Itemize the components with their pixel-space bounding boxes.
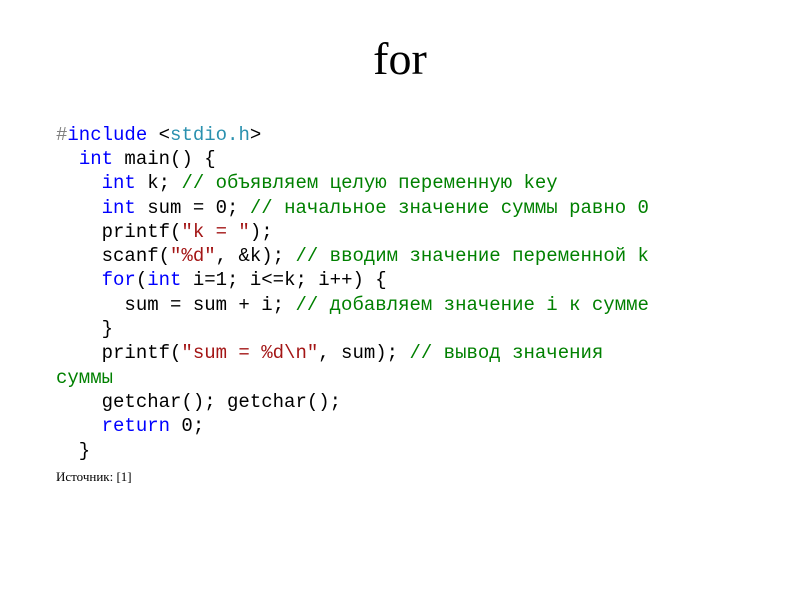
kw-include: include [67,124,147,146]
hdr-close: > [250,124,261,146]
comment-scan: // вводим значение переменной k [295,245,648,267]
kw-int-2: int [102,172,136,194]
comment-out-2: суммы [56,367,113,389]
comment-init: // начальное значение суммы равно 0 [250,197,649,219]
str-k: "k = " [181,221,249,243]
hash: # [56,124,67,146]
kw-int-3: int [102,197,136,219]
kw-return: return [102,415,170,437]
getchar-line: getchar(); getchar(); [56,391,341,413]
hdr-name: stdio.h [170,124,250,146]
scanf-open: scanf( [56,245,170,267]
printf1-open: printf( [56,221,181,243]
printf2-open: printf( [56,342,181,364]
brace-close-1: } [56,318,113,340]
hdr-open: < [147,124,170,146]
kw-int-4: int [147,269,181,291]
comment-sum: // добавляем значение i к сумме [295,294,648,316]
sum-decl: sum = 0; [136,197,250,219]
str-d: "%d" [170,245,216,267]
scanf-close: , &k); [216,245,296,267]
slide-title: for [56,34,744,85]
code-block: #include <stdio.h> int main() { int k; /… [56,123,744,463]
printf1-close: ); [250,221,273,243]
comment-out: // вывод значения [409,342,603,364]
ret-tail: 0; [170,415,204,437]
for-open: ( [136,269,147,291]
k-decl: k; [136,172,182,194]
brace-close-2: } [56,440,90,462]
str-out: "sum = %d\n" [181,342,318,364]
kw-for: for [102,269,136,291]
slide: for #include <stdio.h> int main() { int … [0,0,800,600]
kw-int-1: int [79,148,113,170]
sum-line: sum = sum + i; [56,294,295,316]
main-sig: main() { [113,148,216,170]
source-citation: Источник: [1] [56,469,744,485]
comment-key: // объявляем целую переменную key [181,172,557,194]
printf2-close: , sum); [318,342,409,364]
for-tail: i=1; i<=k; i++) { [181,269,386,291]
